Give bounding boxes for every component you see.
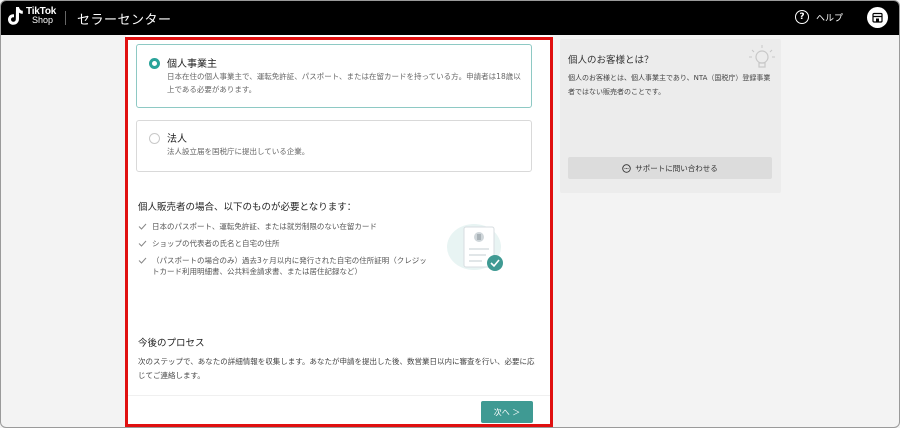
top-header: TikTok Shop セラーセンター ? ヘルプ xyxy=(1,1,899,35)
store-icon xyxy=(872,8,883,27)
lightbulb-icon xyxy=(746,43,776,71)
check-icon xyxy=(138,257,147,264)
footer-divider xyxy=(126,395,550,396)
option-corporation-desc: 法人設立届を国税庁に提出している企業。 xyxy=(167,147,310,156)
next-button[interactable]: 次へ ＞ xyxy=(481,401,533,423)
check-icon xyxy=(138,240,147,247)
radio-corporation[interactable] xyxy=(149,133,160,144)
support-label: サポートに問い合わせる xyxy=(635,163,718,173)
option-individual-desc: 日本在住の個人事業主で、運転免許証、パスポート、または在留カードを持っている方。… xyxy=(167,72,521,94)
requirements-list: 日本のパスポート、運転免許証、または就労制限のない在留カード ショップの代表者の… xyxy=(138,221,428,283)
contact-support-button[interactable]: サポートに問い合わせる xyxy=(568,157,772,179)
seller-type-panel: 個人事業主 日本在住の個人事業主で、運転免許証、パスポート、または在留カードを持… xyxy=(126,35,550,427)
question-circle-icon: ? xyxy=(795,10,809,24)
help-label: ヘルプ xyxy=(816,13,844,24)
info-title: 個人のお客様とは？ xyxy=(568,55,654,66)
option-corporation[interactable]: 法人 法人設立届を国税庁に提出している企業。 xyxy=(136,120,532,172)
logo-text: TikTok Shop xyxy=(26,7,56,25)
list-item: （パスポートの場合のみ）過去3ヶ月以内に発行された自宅の住所証明（クレジットカー… xyxy=(138,255,428,277)
tiktok-shop-logo[interactable]: TikTok Shop xyxy=(7,6,56,26)
process-title: 今後のプロセス xyxy=(138,338,205,349)
radio-individual[interactable] xyxy=(149,58,160,69)
app-window: TikTok Shop セラーセンター ? ヘルプ 個人事業主 日本在住の個人事… xyxy=(0,0,900,428)
requirement-text: （パスポートの場合のみ）過去3ヶ月以内に発行された自宅の住所証明（クレジットカー… xyxy=(152,256,427,276)
check-icon xyxy=(138,223,147,230)
option-corporation-title: 法人 xyxy=(167,134,187,145)
logo-line2: Shop xyxy=(32,15,54,25)
requirements-title: 個人販売者の場合、以下のものが必要となります： xyxy=(138,202,357,213)
chat-icon xyxy=(622,163,631,173)
info-desc: 個人のお客様とは、個人事業主であり、NTA（国税庁）登録事業者ではない販売者のこ… xyxy=(568,74,771,96)
header-divider xyxy=(65,11,66,25)
requirement-text: 日本のパスポート、運転免許証、または就労制限のない在留カード xyxy=(152,222,377,231)
option-individual[interactable]: 個人事業主 日本在住の個人事業主で、運転免許証、パスポート、または在留カードを持… xyxy=(136,44,532,108)
option-individual-title: 個人事業主 xyxy=(167,59,217,70)
info-card: 個人のお客様とは？ 個人のお客様とは、個人事業主であり、NTA（国税庁）登録事業… xyxy=(560,39,781,193)
list-item: 日本のパスポート、運転免許証、または就労制限のない在留カード xyxy=(138,221,428,232)
store-button[interactable] xyxy=(867,7,888,28)
requirement-text: ショップの代表者の氏名と自宅の住所 xyxy=(152,239,280,248)
list-item: ショップの代表者の氏名と自宅の住所 xyxy=(138,238,428,249)
help-link[interactable]: ? ヘルプ xyxy=(795,10,843,24)
process-desc: 次のステップで、あなたの詳細情報を収集します。あなたが申請を提出した後、数営業日… xyxy=(138,357,535,380)
tiktok-logo-icon xyxy=(7,6,23,26)
document-check-icon xyxy=(444,221,514,283)
page-title: セラーセンター xyxy=(77,13,172,28)
